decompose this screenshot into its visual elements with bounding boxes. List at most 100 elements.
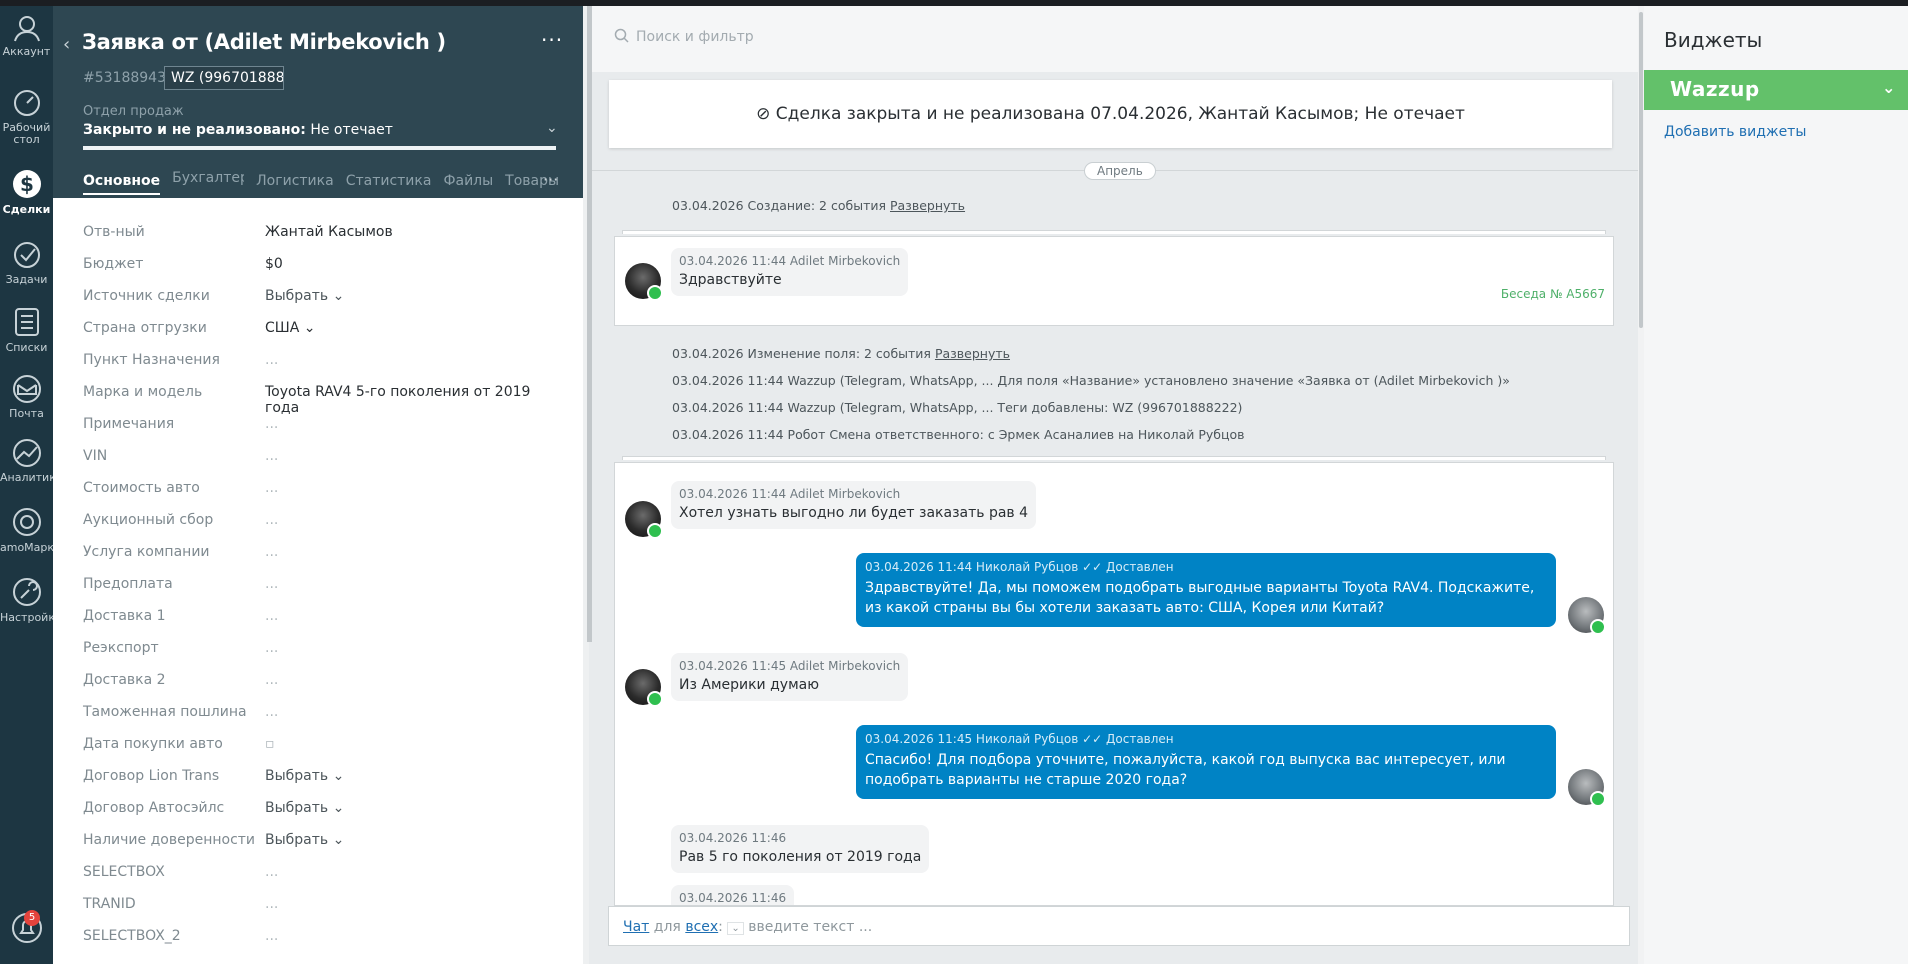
message-meta: 03.04.2026 11:44 Adilet Mirbekovich (679, 254, 901, 268)
field-value[interactable]: ... (265, 448, 278, 464)
more-menu-icon[interactable]: ··· (541, 28, 563, 52)
system-event: 03.04.2026 11:44 Робот Смена ответственн… (672, 427, 1245, 442)
field-row: TRANID... (83, 888, 563, 920)
field-value[interactable]: Выбрать ⌄ (265, 288, 344, 304)
pipeline-name: Отдел продаж (83, 104, 184, 119)
activity-feed: Поиск и фильтр ⊘ Сделка закрыта и не реа… (592, 6, 1644, 964)
field-value[interactable]: ... (265, 416, 278, 432)
field-value[interactable]: ... (265, 576, 278, 592)
message-meta: 03.04.2026 11:46 (679, 891, 787, 905)
field-row: Таможенная пошлина... (83, 696, 563, 728)
add-widgets-link[interactable]: Добавить виджеты (1664, 124, 1806, 140)
field-value[interactable]: США ⌄ (265, 320, 316, 336)
tab-logistics[interactable]: Логистика (256, 173, 334, 189)
field-value[interactable]: ... (265, 672, 278, 688)
field-label: Примечания (83, 416, 175, 432)
search-input[interactable]: Поиск и фильтр (636, 29, 754, 45)
nav-dashboard-label: Рабочий стол (2, 121, 51, 146)
field-value[interactable]: $0 (265, 256, 283, 272)
field-row: Предоплата... (83, 568, 563, 600)
notifications-badge: 5 (24, 910, 40, 926)
recipients-link[interactable]: всех (685, 919, 718, 935)
nav-deals[interactable]: $ Сделки (0, 168, 53, 216)
nav-account[interactable]: Аккаунт (0, 14, 53, 58)
incoming-message: 03.04.2026 11:46 (671, 885, 795, 905)
field-value[interactable]: ... (265, 480, 278, 496)
chevron-down-icon[interactable]: ⌄ (1882, 78, 1896, 97)
field-label: Договор Lion Trans (83, 768, 220, 784)
dashboard-icon (13, 90, 40, 116)
chat-mode-link[interactable]: Чат (623, 919, 649, 935)
chat-text-input[interactable]: введите текст ... (748, 919, 872, 935)
field-value[interactable]: ... (265, 352, 278, 368)
tabs-more-icon[interactable]: ··· (543, 170, 558, 189)
chevron-down-icon[interactable]: ⌄ (546, 120, 558, 136)
conversation-link[interactable]: Беседа № A5667 (1501, 287, 1605, 301)
field-label: Страна отгрузки (83, 320, 207, 336)
field-select-text: Выбрать (265, 800, 329, 816)
field-value[interactable]: Жантай Касымов (265, 224, 393, 240)
field-value[interactable]: ... (265, 704, 278, 720)
field-row: Дата покупки авто ▫ (83, 728, 563, 760)
field-select-text: Выбрать (265, 832, 329, 848)
nav-lists[interactable]: Списки (0, 306, 53, 354)
field-value[interactable]: ... (265, 864, 278, 880)
conversation-stack-edge (622, 456, 1606, 460)
field-value[interactable]: ... (265, 928, 278, 944)
nav-deals-label: Сделки (2, 203, 51, 216)
field-value[interactable]: Выбрать ⌄ (265, 832, 344, 848)
closed-banner-message: Сделка закрыта и не реализована 07.04.20… (775, 104, 1465, 124)
deal-title[interactable]: Заявка от (Adilet Mirbekovich ) (82, 30, 446, 54)
field-select-text: США (265, 320, 300, 336)
calendar-icon[interactable]: ▫ (265, 736, 275, 752)
feed-search[interactable]: Поиск и фильтр (592, 6, 1638, 72)
chat-for-label: для (653, 919, 681, 935)
chevron-down-icon[interactable]: ⌄ (727, 922, 744, 935)
tab-files[interactable]: Файлы (443, 173, 493, 189)
nav-dashboard[interactable]: Рабочий стол (0, 88, 53, 146)
field-value[interactable]: ... (265, 544, 278, 560)
field-row: Реэкспорт... (83, 632, 563, 664)
tab-main[interactable]: Основное (83, 173, 161, 195)
ban-icon: ⊘ (756, 104, 771, 124)
chat-input[interactable]: Чат для всех: ⌄ введите текст ... (608, 906, 1630, 946)
expand-link[interactable]: Развернуть (935, 346, 1010, 361)
widgets-title: Виджеты (1664, 28, 1763, 52)
outgoing-message: 03.04.2026 11:45 Николай Рубцов ✓✓ Доста… (856, 725, 1556, 799)
tab-statistics[interactable]: Статистика (346, 173, 432, 189)
nav-market[interactable]: amoМаркет (0, 506, 67, 554)
field-value[interactable]: Выбрать ⌄ (265, 800, 344, 816)
deal-tag[interactable]: WZ (9967018882 (164, 66, 284, 90)
incoming-message: 03.04.2026 11:46 Рав 5 го поколения от 2… (671, 825, 930, 873)
widgets-panel: Виджеты Wazzup ⌄ Добавить виджеты (1644, 6, 1908, 964)
field-value[interactable]: ... (265, 896, 278, 912)
whatsapp-icon (1590, 791, 1606, 807)
field-label: Бюджет (83, 256, 144, 272)
feed-scrollbar[interactable] (1639, 12, 1643, 328)
field-row: SELECTBOX... (83, 856, 563, 888)
field-value[interactable]: ... (265, 608, 278, 624)
tab-accounting[interactable]: Бухгалтерия (172, 170, 244, 186)
field-value[interactable]: Выбрать ⌄ (265, 768, 344, 784)
nav-analytics[interactable]: Аналитика (0, 438, 63, 484)
expand-link[interactable]: Развернуть (890, 198, 965, 213)
nav-tasks[interactable]: Задачи (0, 240, 53, 286)
nav-mail[interactable]: Почта (0, 374, 53, 420)
field-label: VIN (83, 448, 108, 464)
back-chevron-icon[interactable]: ‹ (63, 34, 70, 55)
field-row: VIN... (83, 440, 563, 472)
status-select[interactable]: Закрыто и не реализовано: Не отечает (83, 122, 393, 138)
field-value[interactable]: ... (265, 512, 278, 528)
conversation-block: 03.04.2026 11:44 Adilet Mirbekovich Здра… (614, 236, 1614, 326)
status-reason: Не отечает (310, 122, 393, 138)
main-nav: Аккаунт Рабочий стол $ Сделки Задачи Спис… (0, 6, 67, 964)
deal-card-header: ‹ Заявка от (Adilet Mirbekovich ) ··· #5… (53, 6, 587, 198)
field-label: Услуга компании (83, 544, 210, 560)
field-value[interactable]: ... (265, 640, 278, 656)
nav-settings[interactable]: Настройки (0, 576, 62, 624)
field-label: Доставка 2 (83, 672, 166, 688)
wazzup-widget[interactable]: Wazzup ⌄ (1644, 70, 1908, 110)
outgoing-message: 03.04.2026 11:44 Николай Рубцов ✓✓ Доста… (856, 553, 1556, 627)
field-row: Страна отгрузки США ⌄ (83, 312, 563, 344)
field-select-text: Выбрать (265, 768, 329, 784)
